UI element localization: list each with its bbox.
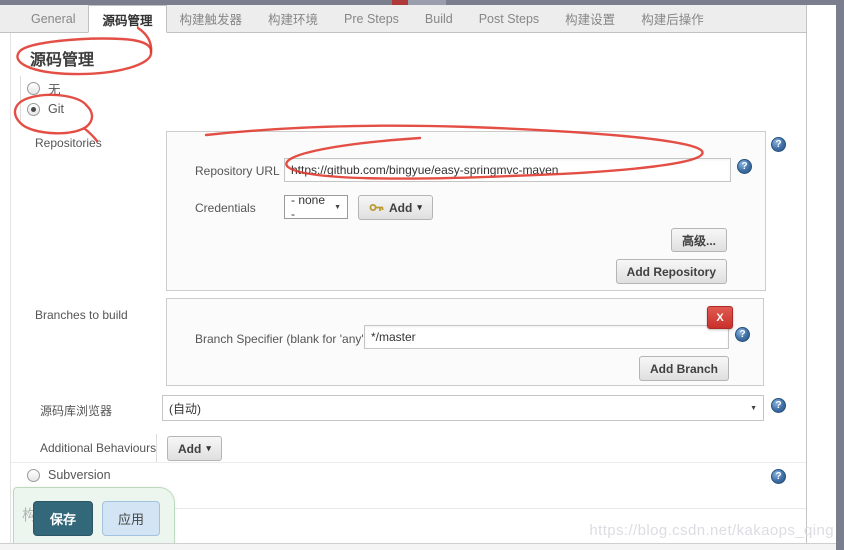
tab-build-environment[interactable]: 构建环境 — [255, 5, 331, 32]
tab-source-code-management[interactable]: 源码管理 — [88, 5, 166, 33]
repo-browser-selected-value: (自动) — [169, 400, 201, 417]
repository-chunk: Repository URL Credentials - none - ▼ Ad… — [166, 131, 766, 291]
scm-option-git-label: Git — [48, 102, 64, 116]
save-button[interactable]: 保存 — [33, 501, 93, 536]
tab-post-build-actions[interactable]: 构建后操作 — [628, 5, 717, 32]
add-credential-caret-icon: ▾ — [417, 202, 422, 213]
right-gutter — [806, 5, 837, 550]
add-behaviour-label: Add — [178, 442, 201, 456]
credentials-select[interactable]: - none - ▼ — [284, 195, 348, 219]
branch-specifier-help-icon[interactable]: ? — [735, 327, 750, 342]
add-behaviour-button[interactable]: Add ▾ — [167, 436, 222, 461]
repo-browser-help-icon[interactable]: ? — [771, 398, 786, 413]
repo-browser-label: 源码库浏览器 — [40, 402, 112, 419]
subversion-help-icon[interactable]: ? — [771, 469, 786, 484]
config-tab-bar: General 源码管理 构建触发器 构建环境 Pre Steps Build … — [0, 5, 806, 33]
add-branch-label: Add Branch — [650, 362, 718, 376]
scm-option-none-label: 无 — [48, 79, 61, 98]
advanced-button[interactable]: 高级... — [671, 228, 727, 252]
delete-branch-button[interactable]: X — [707, 306, 733, 329]
tab-build[interactable]: Build — [412, 5, 466, 32]
radio-subversion-icon[interactable] — [27, 469, 40, 482]
add-behaviour-caret-icon: ▾ — [206, 443, 211, 454]
credentials-selected-value: - none - — [291, 193, 328, 221]
window-right-edge — [836, 0, 844, 550]
section-divider — [10, 462, 806, 463]
scm-option-none[interactable]: 无 — [27, 79, 61, 98]
add-credential-button[interactable]: Add ▾ — [358, 195, 433, 220]
tab-pre-steps[interactable]: Pre Steps — [331, 5, 412, 32]
radio-group-divider — [20, 76, 21, 122]
tab-post-steps[interactable]: Post Steps — [466, 5, 552, 32]
delete-branch-label: X — [716, 312, 723, 324]
add-branch-button[interactable]: Add Branch — [639, 356, 729, 381]
advanced-button-label: 高级... — [682, 232, 716, 249]
repository-url-help-icon[interactable]: ? — [737, 159, 752, 174]
branch-specifier-input[interactable] — [364, 325, 729, 349]
repository-url-label: Repository URL — [195, 164, 280, 178]
additional-behaviours-label: Additional Behaviours — [40, 441, 156, 455]
repository-url-input[interactable] — [284, 158, 731, 182]
apply-button-label: 应用 — [118, 509, 144, 528]
credentials-select-arrow-icon: ▼ — [334, 204, 341, 211]
add-repository-label: Add Repository — [627, 265, 716, 279]
credentials-label: Credentials — [195, 201, 256, 215]
tab-build-triggers[interactable]: 构建触发器 — [167, 5, 256, 32]
behaviours-divider — [156, 434, 157, 462]
browser-strip-red-badge — [392, 0, 408, 5]
radio-none-icon[interactable] — [27, 82, 40, 95]
content-left-border — [10, 33, 11, 550]
key-icon — [369, 202, 384, 213]
scm-option-subversion[interactable]: Subversion — [27, 468, 111, 482]
csdn-watermark: https://blog.csdn.net/kakaops_qing — [589, 522, 834, 539]
branch-specifier-label: Branch Specifier (blank for 'any') — [195, 332, 368, 346]
add-credential-label: Add — [389, 201, 412, 215]
apply-button[interactable]: 应用 — [102, 501, 160, 536]
branch-chunk: X Branch Specifier (blank for 'any') Add… — [166, 298, 764, 386]
scm-option-subversion-label: Subversion — [48, 468, 111, 482]
footer-divider — [172, 508, 806, 509]
radio-git-icon[interactable] — [27, 103, 40, 116]
tab-build-settings[interactable]: 构建设置 — [552, 5, 628, 32]
repo-browser-select-arrow-icon: ▼ — [750, 405, 757, 412]
window-bottom-edge — [0, 543, 836, 550]
jenkins-job-config-screen: https://blog.csdn.net/kakaops_qing Gener… — [0, 0, 844, 550]
tab-general[interactable]: General — [18, 5, 88, 32]
save-button-label: 保存 — [50, 509, 76, 528]
save-panel: 构建设置 保存 应用 — [13, 487, 175, 550]
branches-to-build-label: Branches to build — [35, 308, 128, 322]
repo-browser-select[interactable]: (自动) ▼ — [162, 395, 764, 421]
scm-option-git[interactable]: Git — [27, 102, 64, 116]
page-title: 源码管理 — [30, 46, 94, 70]
repositories-label: Repositories — [35, 136, 102, 150]
browser-strip-gray-badge — [408, 0, 446, 5]
add-repository-button[interactable]: Add Repository — [616, 259, 727, 284]
repositories-help-icon[interactable]: ? — [771, 137, 786, 152]
